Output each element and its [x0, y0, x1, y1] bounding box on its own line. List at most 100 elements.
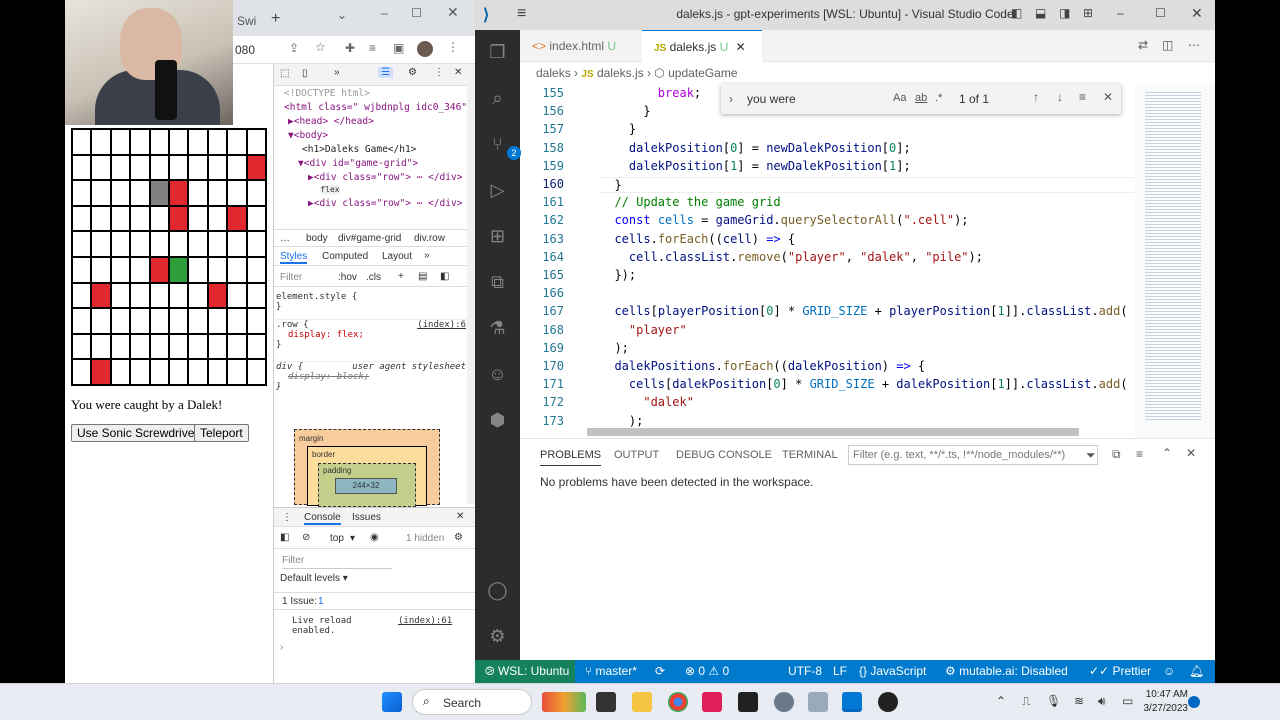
- photos-icon[interactable]: [808, 692, 828, 712]
- reading-list-icon[interactable]: ≡: [369, 41, 376, 55]
- extensions-icon[interactable]: ⊞: [485, 224, 510, 249]
- split-editor-icon[interactable]: ◫: [1162, 38, 1173, 52]
- notifications-icon[interactable]: 🔔︎: [1189, 660, 1204, 683]
- code-line[interactable]: dalekPositions.forEach((dalekPosition) =…: [600, 359, 925, 373]
- problems-filter-input[interactable]: Filter (e.g. text, **/*.ts, !**/node_mod…: [848, 445, 1098, 465]
- cls-toggle[interactable]: .cls: [366, 272, 381, 283]
- code-line[interactable]: });: [600, 268, 636, 282]
- clock[interactable]: 10:47 AM 3/27/2023: [1136, 688, 1189, 716]
- maximize-icon[interactable]: ☐: [1155, 6, 1166, 20]
- copilot-icon[interactable]: ☺: [485, 362, 510, 387]
- close-icon[interactable]: ✕: [1103, 90, 1113, 104]
- crumb-file[interactable]: daleks.js: [597, 66, 644, 80]
- flex-badge[interactable]: flex: [320, 185, 340, 194]
- tab-layout[interactable]: Layout: [382, 251, 412, 262]
- context-select[interactable]: top: [330, 533, 344, 544]
- code-editor[interactable]: 155 break; 156 } 157 } 158 dalekPosition[0]…: [520, 84, 1135, 438]
- share-icon[interactable]: ⇪: [289, 41, 299, 55]
- horizontal-scrollbar[interactable]: [587, 428, 1079, 436]
- html-node[interactable]: <html class=" wjbdnplg idc0_346">: [284, 102, 475, 113]
- encoding[interactable]: UTF-8: [788, 660, 822, 683]
- code-line[interactable]: "player": [600, 323, 687, 337]
- docker-icon[interactable]: ⬢: [485, 408, 510, 433]
- add-rule-icon[interactable]: +: [398, 271, 404, 282]
- code-line[interactable]: "dalek": [600, 395, 694, 409]
- gear-icon[interactable]: ⚙: [454, 532, 463, 543]
- mutable-status[interactable]: ⚙ mutable.ai: Disabled: [945, 660, 1068, 683]
- code-line[interactable]: break;: [600, 86, 701, 100]
- star-icon[interactable]: ☆: [315, 40, 326, 54]
- toggle-sidebar-icon[interactable]: ◧: [1011, 6, 1022, 20]
- paint-icon[interactable]: ▤: [418, 271, 427, 282]
- console-prompt-icon[interactable]: ›: [280, 642, 283, 653]
- code-line[interactable]: // Update the game grid: [600, 195, 780, 209]
- close-icon[interactable]: ✕: [1191, 5, 1203, 22]
- regex-icon[interactable]: .*: [935, 92, 942, 104]
- run-debug-icon[interactable]: ▷: [485, 178, 510, 203]
- issues-count[interactable]: 1: [318, 596, 324, 607]
- eol[interactable]: LF: [833, 660, 847, 683]
- code-line[interactable]: cell.classList.remove("player", "dalek",…: [600, 250, 983, 264]
- eye-icon[interactable]: ◉: [370, 532, 379, 543]
- code-line[interactable]: const cells = gameGrid.querySelectorAll(…: [600, 213, 968, 227]
- hov-toggle[interactable]: :hov: [338, 272, 357, 283]
- sidebar-icon[interactable]: ◧: [280, 532, 289, 543]
- arrow-down-icon[interactable]: ↓: [1057, 90, 1063, 104]
- tab-problems[interactable]: PROBLEMS: [540, 449, 602, 466]
- tab-console[interactable]: Console: [304, 512, 341, 525]
- widgets-icon[interactable]: [542, 692, 586, 712]
- find-in-selection-icon[interactable]: ≡: [1079, 90, 1086, 104]
- tab-output[interactable]: OUTPUT: [614, 449, 659, 461]
- more-actions-icon[interactable]: ⋯: [1188, 38, 1200, 52]
- clear-console-icon[interactable]: ⊘: [302, 532, 310, 543]
- levels-dropdown[interactable]: Default levels ▾: [280, 573, 348, 584]
- row-node[interactable]: ▶<div class="row"> ⋯ </div>: [308, 172, 475, 183]
- explorer-icon[interactable]: ❐: [485, 40, 510, 65]
- close-icon[interactable]: ✕: [736, 40, 746, 54]
- rule-declaration[interactable]: display: flex;: [276, 330, 470, 340]
- remote-explorer-icon[interactable]: ⧉: [485, 270, 510, 295]
- filter-icon[interactable]: ⏷: [1086, 448, 1096, 463]
- close-icon[interactable]: ✕: [456, 511, 464, 522]
- chevron-down-icon[interactable]: ⌄: [337, 8, 347, 22]
- code-line[interactable]: }: [600, 104, 650, 118]
- devtools-scrollbar[interactable]: [467, 64, 475, 504]
- code-line[interactable]: );: [600, 414, 643, 428]
- battery-icon[interactable]: ▭: [1122, 694, 1133, 708]
- windows-start-icon[interactable]: [382, 692, 402, 712]
- gear-icon[interactable]: ⚙: [408, 67, 417, 78]
- layout-icon[interactable]: ⊞: [1083, 6, 1093, 20]
- minimap[interactable]: [1135, 84, 1215, 438]
- code-line[interactable]: }: [600, 122, 636, 136]
- settings-icon[interactable]: [774, 692, 794, 712]
- tab-styles[interactable]: Styles: [280, 251, 308, 264]
- notification-badge-icon[interactable]: [1188, 696, 1200, 708]
- sync-icon[interactable]: ⟳: [655, 660, 665, 683]
- sidebar-toggle-icon[interactable]: ◧: [440, 271, 449, 282]
- match-case-icon[interactable]: Aa: [893, 92, 906, 104]
- body-node[interactable]: ▼<body>: [288, 130, 475, 141]
- gear-icon[interactable]: ⚙: [485, 624, 510, 649]
- testing-icon[interactable]: ⚗: [485, 316, 510, 341]
- styles-filter-input[interactable]: Filter: [280, 272, 302, 283]
- code-line[interactable]: cells.forEach((cell) => {: [600, 232, 795, 246]
- console-messages-icon[interactable]: ☰: [378, 67, 393, 78]
- tab-debug-console[interactable]: DEBUG CONSOLE: [676, 449, 772, 461]
- inspect-icon[interactable]: ⬚: [280, 68, 289, 79]
- remote-indicator[interactable]: ⧁ WSL: Ubuntu: [475, 660, 575, 683]
- prettier-status[interactable]: ✓✓ Prettier: [1089, 660, 1151, 683]
- game-grid-node[interactable]: ▼<div id="game-grid">: [298, 158, 475, 169]
- tab-computed[interactable]: Computed: [322, 251, 368, 262]
- whole-word-icon[interactable]: ab: [915, 92, 927, 104]
- slack-icon[interactable]: [702, 692, 722, 712]
- task-view-icon[interactable]: [596, 692, 616, 712]
- minimize-icon[interactable]: –: [1117, 6, 1124, 20]
- account-icon[interactable]: ◯: [485, 578, 510, 603]
- extensions-icon[interactable]: ✚: [345, 41, 355, 55]
- code-line[interactable]: }: [600, 177, 1135, 193]
- terminal-icon[interactable]: [738, 692, 758, 712]
- code-line[interactable]: );: [600, 341, 628, 355]
- tab-terminal[interactable]: TERMINAL: [782, 449, 838, 461]
- teleport-button[interactable]: Teleport: [194, 424, 249, 442]
- chevron-up-icon[interactable]: ⌃: [1162, 446, 1172, 460]
